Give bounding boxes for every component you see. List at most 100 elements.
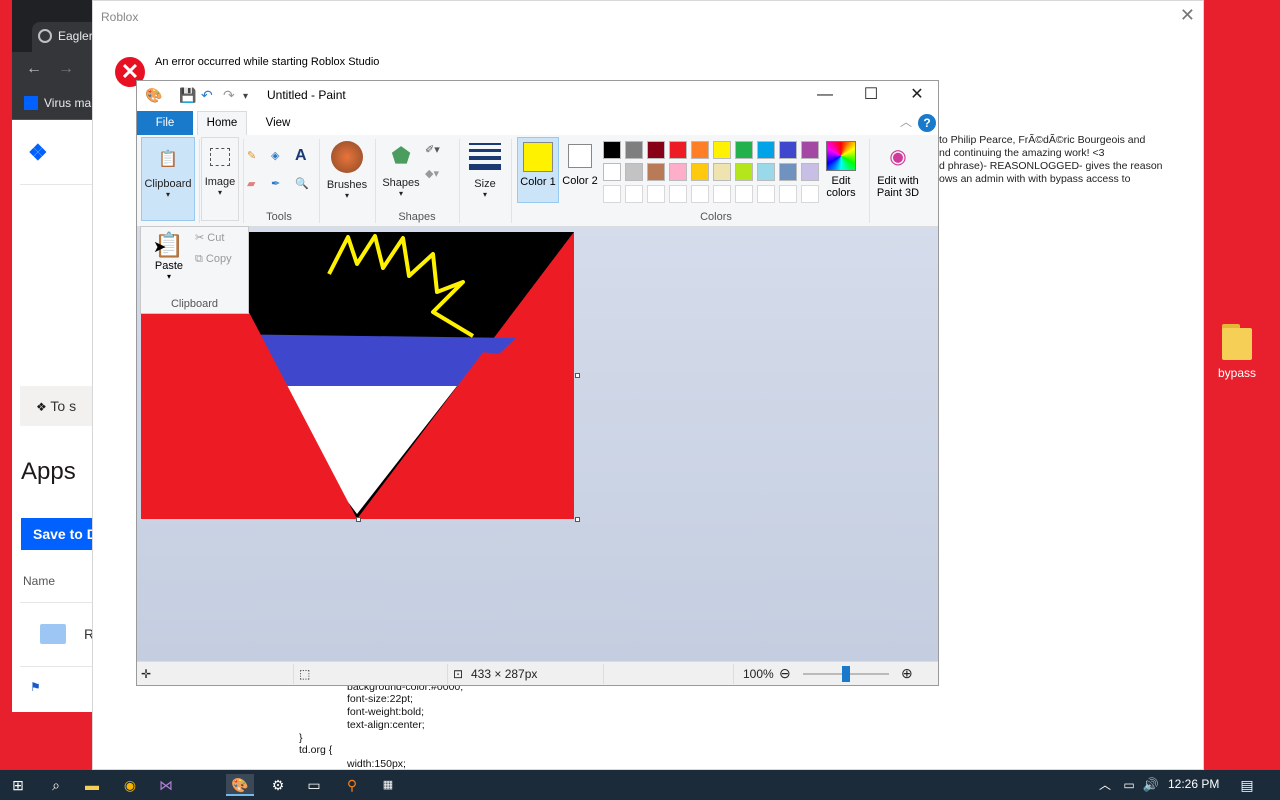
browser-window: Eaglerc ← → Virus ma ❖ ❖ To s Apps Save … — [12, 0, 112, 712]
fill-style-icon[interactable]: ◆▾ — [425, 167, 439, 180]
back-arrow-icon[interactable]: ← — [26, 60, 42, 78]
tab-file[interactable]: File — [137, 111, 193, 135]
palette-swatch[interactable] — [603, 163, 621, 181]
magnifier-app-icon[interactable]: ⚲ — [340, 774, 364, 796]
clipboard-button[interactable]: 📋 Clipboard ▾ — [141, 137, 195, 221]
palette-swatch[interactable] — [735, 141, 753, 159]
clipboard-label: Clipboard — [144, 178, 192, 190]
brushes-button[interactable]: Brushes ▾ — [323, 137, 371, 207]
palette-swatch[interactable] — [713, 185, 731, 203]
dropbox-logo-icon[interactable]: ❖ — [28, 140, 48, 166]
windows-start-icon[interactable]: ⊞ — [6, 774, 30, 796]
canvas-workspace[interactable] — [137, 227, 938, 661]
body-text-line: d phrase)- REASONLOGGED- gives the reaso… — [939, 160, 1163, 172]
zoom-slider[interactable] — [803, 666, 889, 682]
palette-swatch[interactable] — [735, 185, 753, 203]
bookmark-item[interactable]: Virus ma — [12, 88, 103, 120]
tab-home[interactable]: Home — [197, 111, 247, 136]
network-icon[interactable]: ▭ — [1120, 774, 1138, 796]
palette-swatch[interactable] — [691, 185, 709, 203]
color-picker-icon[interactable]: ✒ — [271, 177, 280, 190]
customize-quick-access-icon[interactable]: ▾ — [243, 91, 248, 102]
palette-swatch[interactable] — [647, 163, 665, 181]
redo-icon[interactable]: ↷ — [223, 87, 235, 104]
palette-swatch[interactable] — [669, 141, 687, 159]
edit-colors-button[interactable]: Edit colors — [819, 137, 863, 203]
calendar-app-icon[interactable]: ▦ — [376, 774, 400, 796]
palette-swatch[interactable] — [757, 185, 775, 203]
palette-swatch[interactable] — [779, 163, 797, 181]
monitor-icon[interactable]: ▭ — [302, 774, 326, 796]
flag-icon[interactable]: ⚑ — [30, 680, 41, 694]
eraser-icon[interactable]: ▰ — [247, 177, 255, 190]
palette-swatch[interactable] — [801, 163, 819, 181]
column-header-name[interactable]: Name — [23, 574, 55, 588]
color-wheel-icon — [826, 141, 856, 171]
pencil-icon[interactable]: ✎ — [247, 149, 256, 162]
body-text-line: ows an admin with with bypass access to — [939, 173, 1131, 185]
help-icon[interactable]: ? — [918, 114, 936, 132]
palette-swatch[interactable] — [647, 185, 665, 203]
outline-icon[interactable]: ✐▾ — [425, 143, 440, 156]
palette-swatch[interactable] — [779, 141, 797, 159]
palette-swatch[interactable] — [669, 163, 687, 181]
collapse-ribbon-icon[interactable]: ︿ — [900, 113, 912, 130]
desktop-folder-bypass[interactable]: bypass — [1212, 324, 1262, 380]
palette-swatch[interactable] — [625, 141, 643, 159]
close-icon[interactable]: ✕ — [1180, 5, 1195, 26]
paint-app-icon[interactable]: 🎨 — [145, 87, 162, 104]
text-icon[interactable]: A — [295, 147, 307, 165]
tab-view[interactable]: View — [255, 111, 301, 135]
palette-swatch[interactable] — [801, 141, 819, 159]
search-icon[interactable]: ⌕ — [44, 774, 68, 796]
shapes-button[interactable]: ⬟ Shapes ▾ — [379, 137, 423, 207]
palette-swatch[interactable] — [779, 185, 797, 203]
palette-swatch[interactable] — [735, 163, 753, 181]
close-icon[interactable]: ✕ — [899, 84, 935, 108]
clock[interactable]: 12:26 PM — [1168, 777, 1219, 791]
palette-swatch[interactable] — [757, 163, 775, 181]
palette-swatch[interactable] — [647, 141, 665, 159]
palette-swatch[interactable] — [603, 185, 621, 203]
fill-icon[interactable]: ◈ — [271, 149, 279, 162]
palette-swatch[interactable] — [691, 141, 709, 159]
save-icon[interactable]: 💾 — [179, 87, 196, 104]
settings-gear-icon[interactable]: ⚙ — [266, 774, 290, 796]
zoom-out-icon[interactable]: ⊖ — [779, 665, 791, 682]
size-button[interactable]: Size ▾ — [465, 137, 505, 207]
color2-button[interactable]: Color 2 — [559, 137, 601, 203]
palette-swatch[interactable] — [625, 185, 643, 203]
maximize-icon[interactable]: ☐ — [853, 84, 889, 108]
chrome-icon[interactable]: ◉ — [118, 774, 142, 796]
image-button[interactable]: Image ▾ — [201, 137, 239, 221]
resize-handle-corner[interactable] — [575, 517, 580, 522]
resize-handle-bottom[interactable] — [356, 517, 361, 522]
magnifier-icon[interactable]: 🔍 — [295, 177, 309, 190]
color1-button[interactable]: Color 1 — [517, 137, 559, 203]
file-explorer-icon[interactable]: ▬ — [80, 774, 104, 796]
palette-swatch[interactable] — [713, 141, 731, 159]
palette-swatch[interactable] — [691, 163, 709, 181]
palette-swatch[interactable] — [625, 163, 643, 181]
notifications-icon[interactable]: ▤ — [1236, 774, 1258, 796]
color1-swatch — [523, 142, 553, 172]
palette-swatch[interactable] — [669, 185, 687, 203]
visual-studio-icon[interactable]: ⋈ — [154, 774, 178, 796]
palette-swatch[interactable] — [603, 141, 621, 159]
tray-expand-icon[interactable]: ︿ — [1096, 774, 1114, 796]
undo-icon[interactable]: ↶ — [201, 87, 213, 104]
paint3d-button[interactable]: ◉ Edit with Paint 3D — [873, 137, 923, 203]
palette-swatch[interactable] — [713, 163, 731, 181]
paint-taskbar-icon[interactable]: 🎨 — [226, 774, 254, 796]
volume-icon[interactable]: 🔊 — [1142, 774, 1160, 796]
palette-swatch[interactable] — [801, 185, 819, 203]
zoom-in-icon[interactable]: ⊕ — [901, 665, 913, 682]
resize-handle-right[interactable] — [575, 373, 580, 378]
cut-button[interactable]: ✂ Cut — [195, 231, 224, 244]
forward-arrow-icon[interactable]: → — [58, 60, 74, 78]
minimize-icon[interactable]: — — [807, 84, 843, 108]
zoom-slider-thumb[interactable] — [842, 666, 850, 682]
paint-titlebar[interactable]: 🎨 💾 ↶ ↷ ▾ Untitled - Paint — ☐ ✕ — [137, 81, 938, 111]
palette-swatch[interactable] — [757, 141, 775, 159]
copy-button[interactable]: ⧉ Copy — [195, 253, 232, 266]
